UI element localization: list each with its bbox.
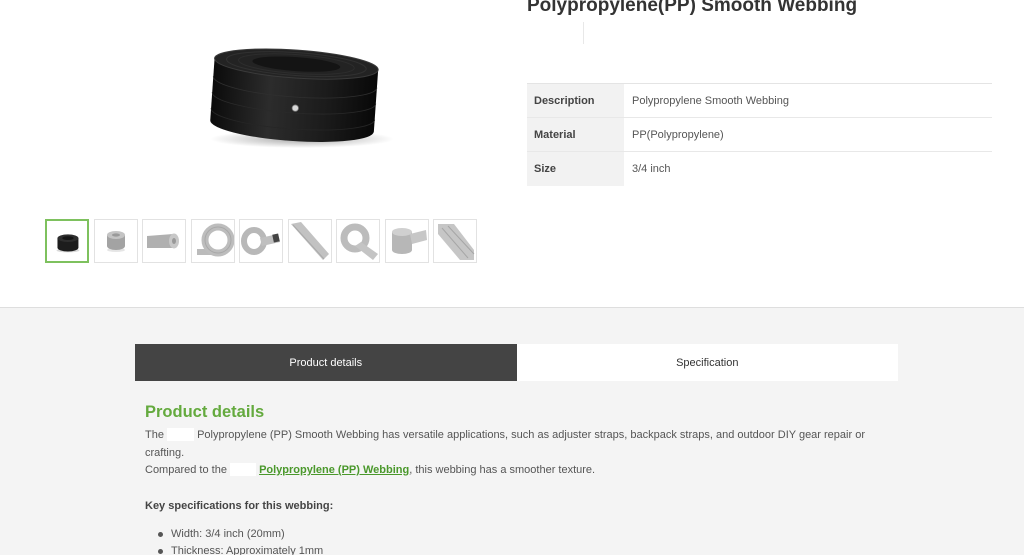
redacted-brand-name [167,428,195,441]
product-page: Polypropylene(PP) Smooth Webbing Descrip… [0,0,1024,555]
compare-paragraph: Compared to the Polypropylene (PP) Webbi… [145,462,890,480]
gray-strap-stack-icon [438,224,475,260]
spec-value: Polypropylene Smooth Webbing [632,94,789,107]
key-spec-width: Width: 3/4 inch (20mm) [171,528,285,540]
gray-strap-end-icon [241,227,280,255]
details-heading: Product details [145,403,265,421]
webbing-roll [210,48,379,142]
main-product-image [210,48,394,148]
thumbnail-4[interactable] [190,219,235,263]
list-item: Width: 3/4 inch (20mm) [145,526,890,543]
tab-specification[interactable]: Specification [516,344,898,381]
pp-webbing-link[interactable]: Polypropylene (PP) Webbing [259,464,409,476]
key-spec-thickness: Thickness: Approximately 1mm [171,545,324,555]
key-specs-list: Width: 3/4 inch (20mm) Thickness: Approx… [145,526,890,555]
compare-text-start: Compared to the [145,464,227,476]
gray-webbing-coil-icon [196,223,234,257]
product-title: Polypropylene(PP) Smooth Webbing [527,0,858,16]
roll-grommet [291,104,299,112]
gray-roll-with-strap-icon [391,228,427,254]
divider [583,22,584,44]
spec-row-size: Size 3/4 inch [527,152,992,186]
black-webbing-roll-icon [56,234,80,253]
thumbnail-1[interactable] [45,219,89,263]
spec-table: Description Polypropylene Smooth Webbing… [527,83,992,186]
list-item: Thickness: Approximately 1mm [145,543,890,555]
spec-row-description: Description Polypropylene Smooth Webbing [527,84,992,118]
details-tabs: Product details Specification [135,344,898,381]
key-specs-heading: Key specifications for this webbing: [145,500,334,512]
bullet-icon [158,549,163,554]
gray-webbing-roll-icon [106,231,125,252]
spec-label: Size [527,152,624,186]
thumbnail-7[interactable] [336,219,380,263]
bullet-icon [158,532,163,537]
thumbnail-2[interactable] [93,219,138,263]
gray-strap-diagonal-icon [290,222,329,260]
thumbnail-6[interactable] [287,219,332,263]
thumbnail-strip [45,219,477,263]
spec-row-material: Material PP(Polypropylene) [527,118,992,152]
tab-product-details[interactable]: Product details [135,344,517,381]
redacted-brand-name [230,463,256,476]
spec-value: PP(Polypropylene) [632,128,724,141]
gray-strap-coil-icon [340,223,378,260]
intro-paragraph: The Polypropylene (PP) Smooth Webbing ha… [145,427,890,462]
thumbnail-5[interactable] [239,219,283,263]
intro-text-start: The [145,429,164,441]
spec-value: 3/4 inch [632,163,671,175]
spec-label: Description [527,84,624,117]
thumbnail-9[interactable] [433,219,477,263]
spec-label: Material [527,118,624,151]
thumbnail-8[interactable] [384,219,429,263]
compare-text-end: , this webbing has a smoother texture. [409,464,596,476]
gray-flat-roll-icon [147,233,179,249]
thumbnail-3[interactable] [142,219,186,263]
intro-text-end: Polypropylene (PP) Smooth Webbing has ve… [145,429,865,459]
